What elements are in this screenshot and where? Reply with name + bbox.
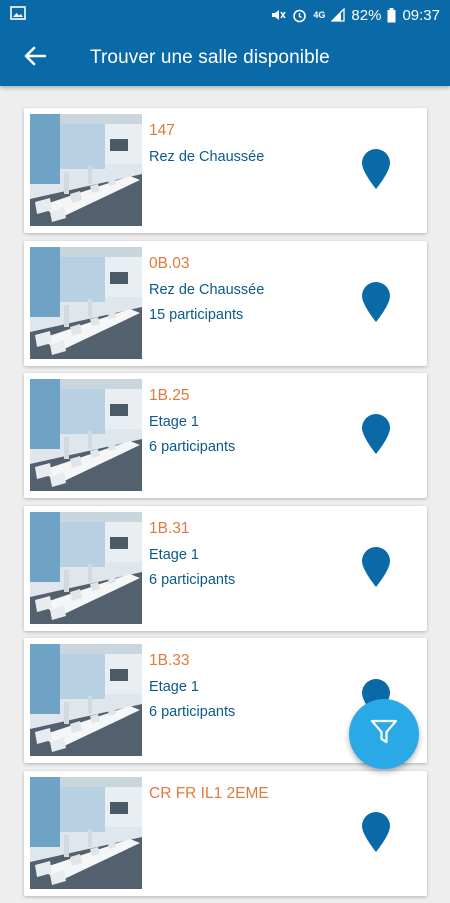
room-floor: Etage 1 [149,414,199,430]
room-card[interactable]: CR FR IL1 2EME [24,770,427,896]
room-card[interactable]: 1B.31 Etage 1 6 participants [24,505,427,631]
room-list: 147 Rez de Chaussée 0B.03 Rez de Chaussée 1… [24,108,427,903]
room-card[interactable]: 147 Rez de Chaussée [24,108,427,233]
battery-icon [387,7,396,23]
room-floor: Etage 1 [149,679,199,695]
room-capacity: 6 participants [149,439,236,455]
room-photo [30,511,142,624]
alarm-icon [292,8,307,23]
battery-percent: 82% [351,6,382,24]
room-floor: Rez de Chaussée [149,281,265,298]
location-pin-icon[interactable] [360,811,392,853]
status-time: 09:37 [402,6,440,24]
room-photo [30,379,142,491]
filter-icon [369,717,399,752]
room-card[interactable]: 0B.03 Rez de Chaussée 15 participants [24,240,427,366]
location-pin-icon[interactable] [360,148,392,190]
room-name: 147 [149,122,175,139]
room-capacity: 6 participants [149,571,236,588]
mute-icon [270,8,287,22]
filter-button[interactable] [349,699,419,769]
room-photo [30,114,142,226]
location-pin-icon[interactable] [360,546,392,588]
room-card[interactable]: 1B.25 Etage 1 6 participants [24,373,427,498]
room-photo [30,246,142,359]
room-capacity: 6 participants [149,704,236,720]
room-photo [30,644,142,756]
location-pin-icon[interactable] [360,413,392,455]
network-type: 4G [313,10,326,20]
page-title: Trouver une salle disponible [90,47,330,68]
room-name: 1B.25 [149,387,190,404]
gallery-notification-icon [10,6,26,24]
room-floor: Rez de Chaussée [149,149,265,165]
back-button[interactable] [0,30,70,86]
room-capacity: 15 participants [149,306,244,323]
room-name: 1B.31 [149,519,190,537]
arrow-back-icon [24,46,47,71]
room-photo [30,776,142,889]
location-pin-icon[interactable] [360,281,392,323]
room-name: 0B.03 [149,254,190,272]
room-name: 1B.33 [149,652,190,669]
status-bar: 4G 82% 09:37 [0,0,450,30]
room-floor: Etage 1 [149,546,199,563]
app-bar: Trouver une salle disponible [0,30,450,86]
signal-icon [331,8,346,22]
